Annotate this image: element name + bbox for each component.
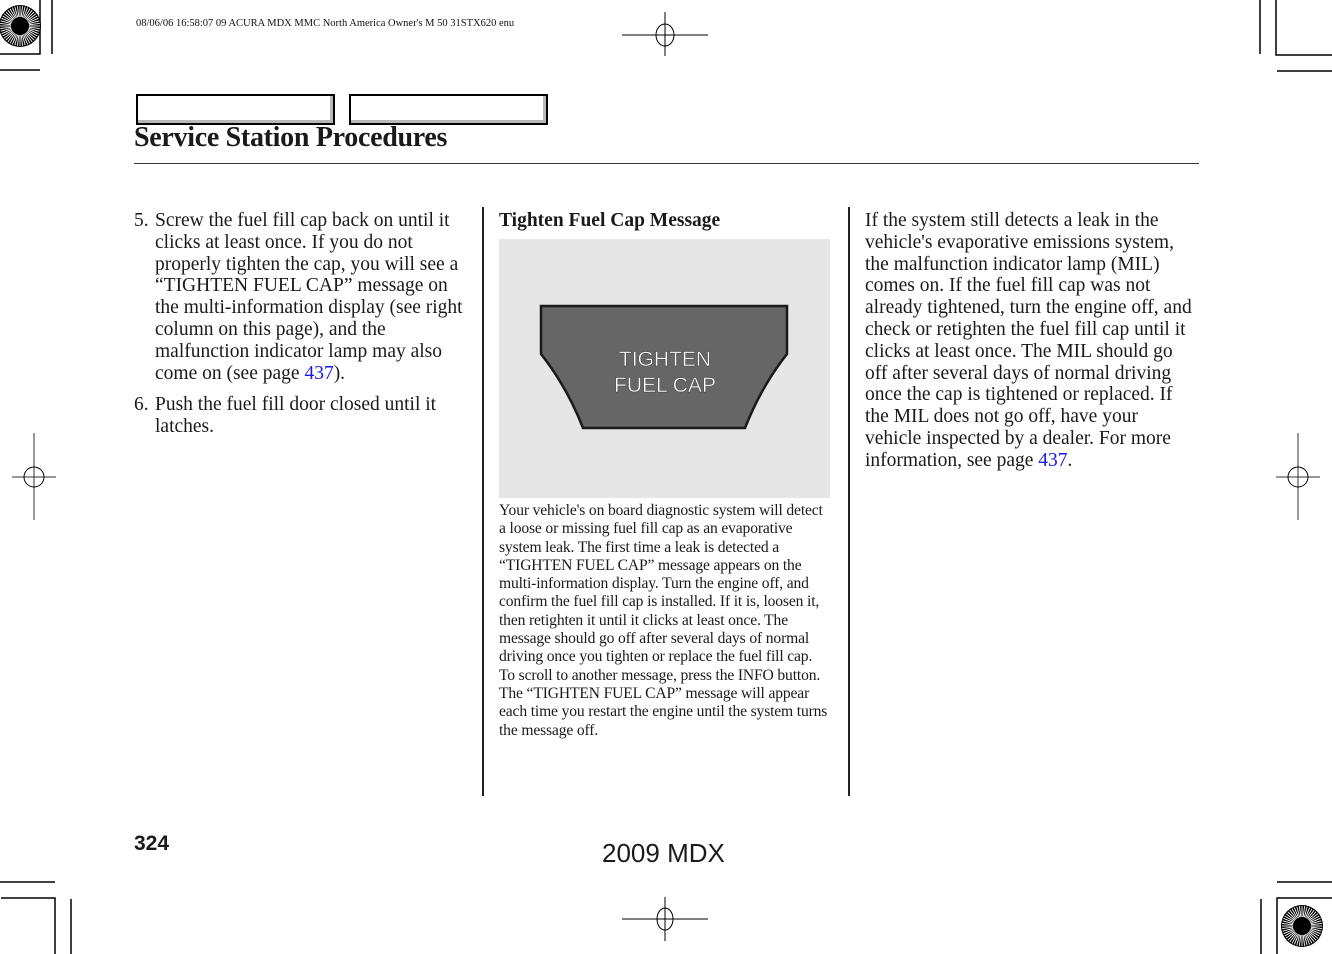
multi-info-display-figure: TIGHTEN FUEL CAP	[499, 239, 830, 498]
page-link[interactable]: 437	[304, 363, 333, 384]
step-item: 5. Screw the fuel fill cap back on until…	[134, 210, 472, 384]
crosshair-top	[622, 12, 708, 56]
crosshair-right	[1276, 433, 1320, 520]
figure-caption: Your vehicle's on board diagnostic syste…	[499, 502, 828, 739]
display-text-line1: TIGHTEN	[619, 348, 711, 371]
step-text: Screw the fuel fill cap back on until it…	[155, 210, 472, 384]
step-text-tail: ).	[333, 362, 346, 384]
corner-crop-mark-top-right	[1259, 0, 1332, 72]
step-number: 6.	[134, 394, 149, 416]
paragraph-text: If the system still detects a leak in th…	[865, 210, 1192, 471]
section-tab-placeholder-2	[349, 94, 548, 125]
right-column: If the system still detects a leak in th…	[865, 210, 1195, 472]
step-item: 6. Push the fuel fill door closed until …	[134, 394, 472, 438]
title-divider	[134, 163, 1199, 164]
sunburst-target-icon	[0, 5, 41, 47]
step-text-body: Screw the fuel fill cap back on until it…	[155, 210, 463, 384]
model-label: 2009 MDX	[602, 838, 725, 868]
sunburst-center	[1294, 918, 1310, 934]
column-divider	[848, 207, 850, 796]
crosshair-bottom	[622, 897, 708, 941]
step-text: Push the fuel fill door closed until it …	[155, 394, 437, 438]
middle-column: Tighten Fuel Cap Message TIGHTEN FUEL CA…	[499, 210, 831, 740]
page-link[interactable]: 437	[1038, 450, 1067, 471]
sunburst-target-icon	[1281, 905, 1323, 947]
subsection-heading: Tighten Fuel Cap Message	[499, 210, 721, 231]
corner-crop-mark-bottom-left	[0, 881, 72, 954]
left-column: 5. Screw the fuel fill cap back on until…	[134, 210, 472, 448]
section-tab-placeholder-1	[136, 94, 335, 125]
crosshair-left	[12, 433, 56, 520]
display-illustration: TIGHTEN FUEL CAP	[539, 304, 789, 430]
section-title: Service Station Procedures	[134, 122, 448, 153]
display-text-line2: FUEL CAP	[614, 374, 716, 397]
paragraph-tail: .	[1067, 449, 1073, 471]
page-number: 324	[134, 832, 170, 855]
print-job-header: 08/06/06 16:58:07 09 ACURA MDX MMC North…	[136, 18, 515, 29]
column-divider	[482, 207, 484, 796]
sunburst-center	[12, 18, 28, 34]
step-number: 5.	[134, 210, 149, 231]
